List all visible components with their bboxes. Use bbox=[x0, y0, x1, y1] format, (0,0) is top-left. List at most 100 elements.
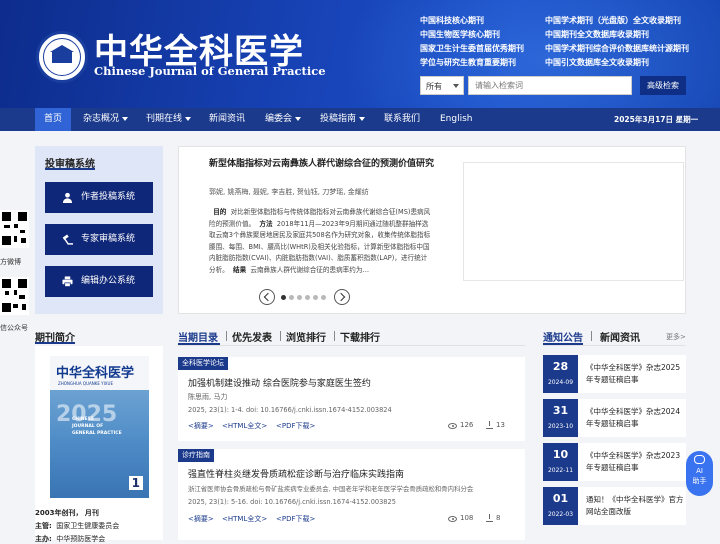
carousel-next-button[interactable] bbox=[334, 289, 350, 305]
carousel-prev-button[interactable] bbox=[259, 289, 275, 305]
main-nav: 首页 杂志概况 刊期在线 新闻资讯 编委会 投稿指南 联系我们 English … bbox=[0, 108, 720, 131]
search-input[interactable] bbox=[468, 76, 632, 95]
weibo-label: 方微博 bbox=[0, 258, 21, 266]
badge-link[interactable]: 中国学术期刊（光盘版）全文收录期刊 bbox=[545, 15, 681, 26]
ai-assistant-label: AI 助手 bbox=[692, 467, 707, 485]
notice-title[interactable]: 《中华全科医学》杂志2023年专题征稿启事 bbox=[586, 450, 684, 474]
wechat-qr-code bbox=[0, 277, 29, 315]
button-label: 作者投稿系统 bbox=[81, 192, 136, 202]
caret-down-icon bbox=[122, 116, 129, 121]
tab-current-issue[interactable]: 当期目录 bbox=[178, 329, 218, 344]
journal-emblem-logo[interactable] bbox=[36, 31, 88, 83]
editor-office-button[interactable]: 编辑办公系统 bbox=[45, 266, 153, 297]
ai-assistant-button[interactable]: AI 助手 bbox=[686, 451, 713, 496]
badge-link[interactable]: 国家卫生计生委首届优秀期刊 bbox=[420, 43, 524, 54]
html-fulltext-link[interactable]: <HTML全文> bbox=[222, 514, 267, 524]
cover-subtitle: ZHONGHUA QUANKE YIXUE bbox=[58, 381, 113, 386]
nav-journal-overview[interactable]: 杂志概况 bbox=[83, 108, 129, 131]
carousel-dot[interactable] bbox=[297, 295, 302, 300]
tab-announcements[interactable]: 通知公告 bbox=[543, 329, 583, 344]
cover-en-title: CHINESE JOURNAL OF GENERAL PRACTICE bbox=[72, 417, 122, 436]
cover-issue-number: 1 bbox=[128, 476, 143, 490]
nav-home[interactable]: 首页 bbox=[35, 108, 71, 131]
download-count: 13 bbox=[496, 421, 505, 429]
nav-label: 投稿指南 bbox=[320, 114, 357, 124]
badge-link[interactable]: 中国科技核心期刊 bbox=[420, 15, 484, 26]
journal-host: 主办: 中华预防医学会 bbox=[35, 535, 106, 543]
robot-icon bbox=[694, 455, 705, 464]
tabs-divider bbox=[543, 345, 686, 346]
abstract-link[interactable]: <摘要> bbox=[188, 514, 214, 524]
tab-priority-publish[interactable]: 优先发表 bbox=[232, 329, 272, 344]
carousel-dot[interactable] bbox=[281, 295, 286, 300]
title-underline bbox=[35, 342, 75, 344]
journal-cover-image[interactable]: 中华全科医学 ZHONGHUA QUANKE YIXUE 2025 CHINES… bbox=[50, 356, 149, 498]
nav-news[interactable]: 新闻资讯 bbox=[209, 108, 245, 131]
nav-label: English bbox=[440, 114, 473, 124]
abstract-link[interactable]: <摘要> bbox=[188, 421, 214, 431]
badge-link[interactable]: 学位与研究生教育重要期刊 bbox=[420, 57, 516, 68]
nav-editorial-board[interactable]: 编委会 bbox=[265, 108, 302, 131]
author-submission-button[interactable]: 作者投稿系统 bbox=[45, 182, 153, 213]
tab-view-ranking[interactable]: 浏览排行 bbox=[286, 329, 326, 344]
notice-title[interactable]: 通知！《中华全科医学》官方网站全面改版 bbox=[586, 494, 684, 518]
gavel-icon bbox=[62, 234, 73, 245]
pdf-download-link[interactable]: <PDF下载> bbox=[276, 421, 315, 431]
html-fulltext-link[interactable]: <HTML全文> bbox=[222, 421, 267, 431]
badge-link[interactable]: 中国学术期刊综合评价数据库统计源期刊 bbox=[545, 43, 689, 54]
carousel-dot[interactable] bbox=[321, 295, 326, 300]
featured-article-title[interactable]: 新型体脂指标对云南彝族人群代谢综合征的预测价值研究 bbox=[209, 158, 434, 171]
advanced-search-button[interactable]: 高级检索 bbox=[640, 76, 686, 95]
article-title[interactable]: 加强机制建设推动 综合医院参与家庭医生签约 bbox=[188, 376, 371, 389]
tab-divider bbox=[591, 331, 592, 341]
weibo-qr-code bbox=[0, 210, 29, 248]
article-title[interactable]: 强直性脊柱炎继发骨质疏松症诊断与治疗临床实践指南 bbox=[188, 467, 404, 480]
notice-title[interactable]: 《中华全科医学》杂志2024年专题征稿启事 bbox=[586, 406, 684, 430]
carousel-dot[interactable] bbox=[313, 295, 318, 300]
nav-label: 联系我们 bbox=[384, 114, 421, 124]
badge-link[interactable]: 中国期刊全文数据库收录期刊 bbox=[545, 29, 649, 40]
carousel-dot[interactable] bbox=[289, 295, 294, 300]
tabs-divider bbox=[178, 345, 525, 346]
carousel-dot[interactable] bbox=[305, 295, 310, 300]
article-category-badge[interactable]: 全科医学论坛 bbox=[178, 357, 228, 370]
printer-icon bbox=[62, 276, 73, 287]
notice-title[interactable]: 《中华全科医学》杂志2025年专题征稿启事 bbox=[586, 362, 684, 386]
chevron-left-icon bbox=[263, 292, 273, 302]
nav-issues-online[interactable]: 刊期在线 bbox=[146, 108, 192, 131]
view-count: 126 bbox=[460, 421, 474, 429]
caret-down-icon bbox=[359, 116, 366, 121]
search-scope-select[interactable]: 所有 bbox=[420, 76, 464, 95]
article-authors: 浙江省医师协会骨质疏松与骨矿盐疾病专业委员会, 中国老年学和老年医学学会骨质疏松… bbox=[188, 485, 474, 493]
abstract-text: 云南彝族人群代谢综合征的患病率约为… bbox=[250, 265, 370, 274]
title-underline bbox=[45, 168, 95, 170]
eye-icon bbox=[448, 423, 457, 429]
featured-article-authors: 郭妮, 姚燕梅, 聂妮, 李吉胜, 贺仙钰, 刀梦瑶, 金耀纺 bbox=[209, 188, 369, 196]
journal-sponsor: 主管: 国家卫生健康委员会 bbox=[35, 522, 120, 530]
article-category-badge[interactable]: 诊疗指南 bbox=[178, 449, 214, 462]
abstract-label: 结果 bbox=[232, 265, 247, 274]
nav-label: 编委会 bbox=[265, 114, 293, 124]
featured-article-abstract: 目的 对比新型体脂指标与传统体脂指标对云南彝族代谢综合征(MS)患病风险的预测价… bbox=[209, 207, 433, 276]
nav-contact[interactable]: 联系我们 bbox=[384, 108, 420, 131]
more-link[interactable]: 更多> bbox=[666, 332, 686, 342]
download-count: 8 bbox=[496, 514, 501, 522]
expert-review-button[interactable]: 专家审稿系统 bbox=[45, 224, 153, 255]
nav-label: 首页 bbox=[43, 114, 62, 124]
nav-label: 新闻资讯 bbox=[209, 114, 246, 124]
download-icon bbox=[486, 514, 493, 522]
article-citation: 2025, 23(1): 1-4. doi: 10.16766/j.cnki.i… bbox=[188, 406, 392, 414]
nav-submission-guide[interactable]: 投稿指南 bbox=[320, 108, 366, 131]
caret-down-icon bbox=[185, 116, 192, 121]
button-label: 编辑办公系统 bbox=[81, 276, 136, 286]
user-icon bbox=[62, 192, 73, 203]
badge-link[interactable]: 中国引文数据库全文收录期刊 bbox=[545, 57, 649, 68]
abstract-label: 目的 bbox=[213, 208, 227, 216]
tab-download-ranking[interactable]: 下载排行 bbox=[340, 329, 380, 344]
pdf-download-link[interactable]: <PDF下载> bbox=[276, 514, 315, 524]
nav-english[interactable]: English bbox=[440, 108, 473, 131]
notice-date: 01 2022-03 bbox=[543, 487, 578, 525]
tab-news[interactable]: 新闻资讯 bbox=[600, 329, 640, 344]
tab-divider bbox=[226, 331, 227, 341]
badge-link[interactable]: 中国生物医学核心期刊 bbox=[420, 29, 500, 40]
